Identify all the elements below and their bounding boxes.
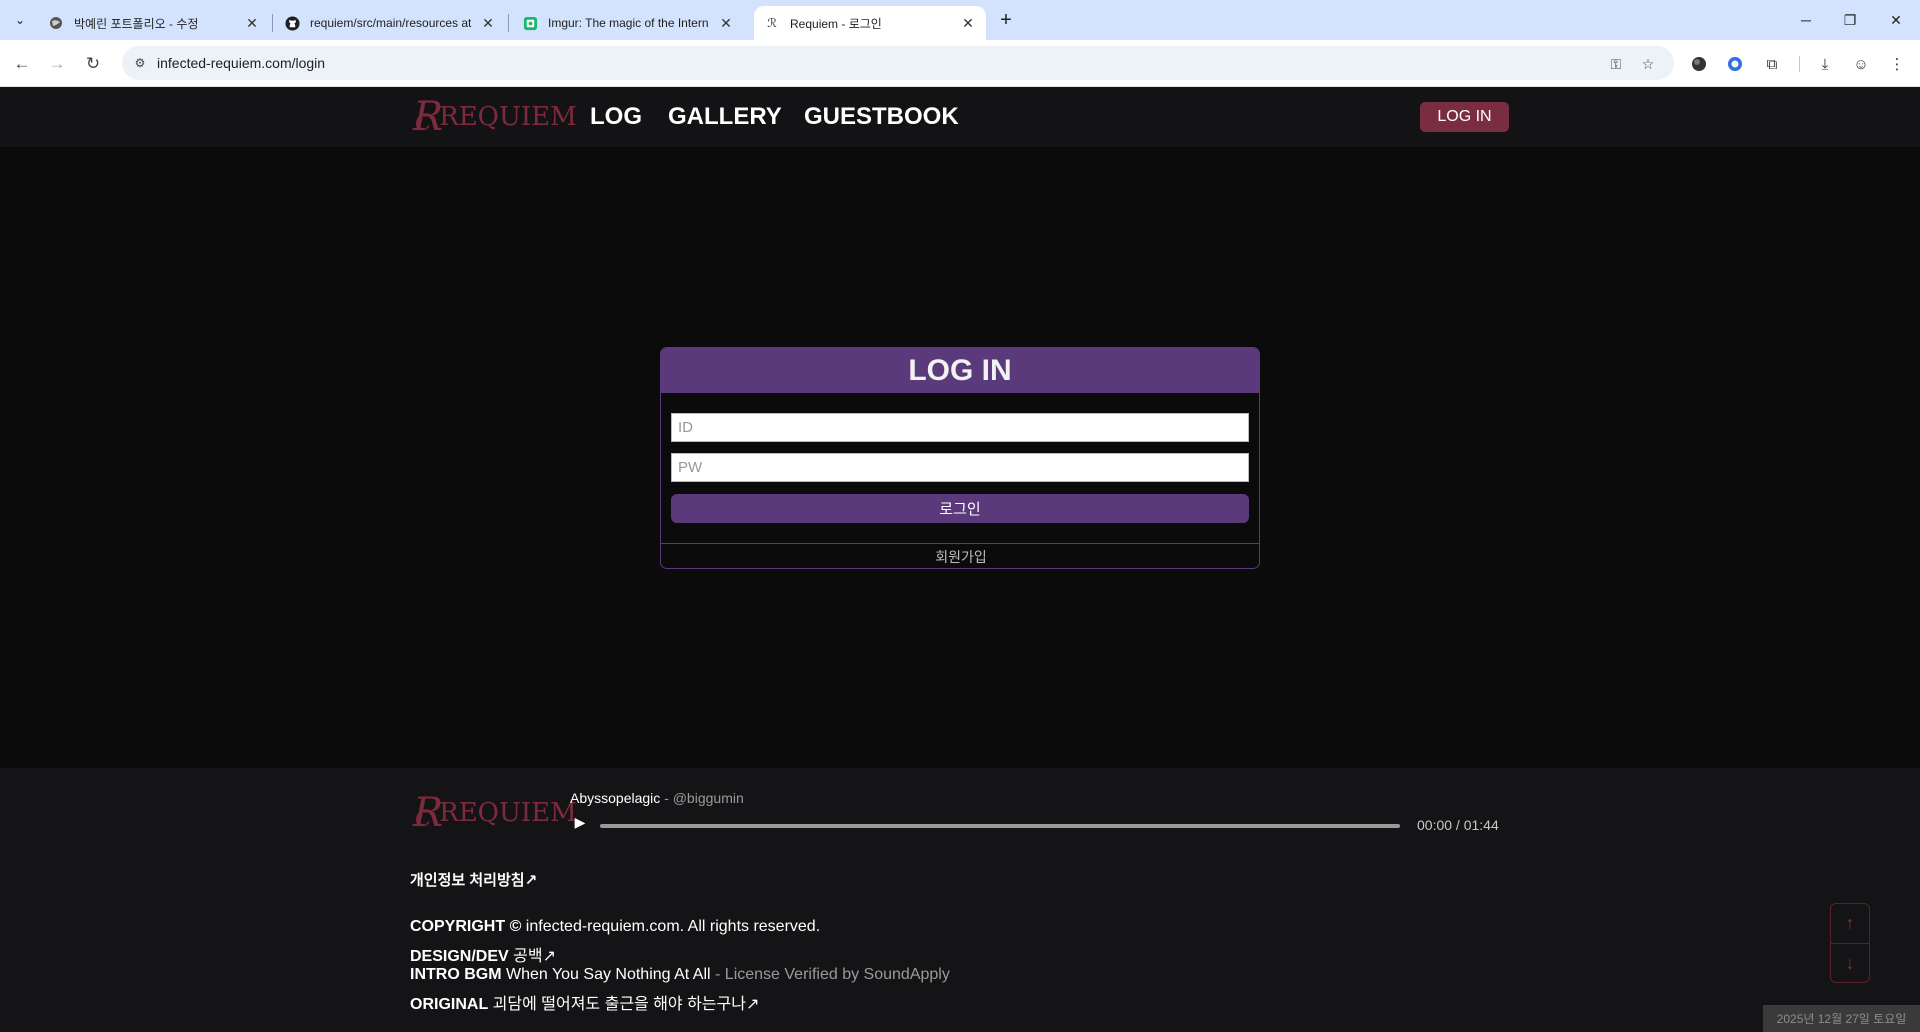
nav-guestbook[interactable]: GUESTBOOK (804, 103, 959, 131)
tab-imgur[interactable]: Imgur: The magic of the Intern ✕ (512, 6, 744, 40)
tab-title: Requiem - 로그인 (790, 16, 882, 31)
copyright-text: infected-requiem.com. All rights reserve… (521, 918, 821, 935)
tab-search-button[interactable]: ⌄ (8, 8, 32, 32)
forward-icon[interactable]: → (43, 50, 71, 78)
site-header: R REQUIEM LOG GALLERY GUESTBOOK LOG IN (0, 87, 1920, 147)
bookmark-star-icon[interactable]: ☆ (1638, 54, 1658, 74)
password-key-icon[interactable]: ⚿ (1606, 54, 1626, 74)
tab-divider (272, 14, 273, 32)
profile-avatar-icon[interactable]: ☺ (1849, 52, 1873, 76)
nav-gallery[interactable]: GALLERY (668, 103, 782, 131)
address-bar[interactable]: ⚙ infected-requiem.com/login ⚿ ☆ (122, 46, 1674, 80)
footer-logo: R REQUIEM (413, 793, 577, 833)
close-icon[interactable]: ✕ (480, 15, 496, 31)
id-input[interactable]: ID (671, 413, 1249, 442)
nav-log[interactable]: LOG (590, 103, 642, 131)
requiem-favicon: ℛ (767, 16, 777, 30)
tab-title: 박예린 포트폴리오 - 수정 (74, 16, 199, 31)
header-login-button[interactable]: LOG IN (1420, 102, 1509, 132)
tab-portfolio[interactable]: 박예린 포트폴리오 - 수정 ✕ (38, 6, 270, 40)
close-icon[interactable]: ✕ (960, 15, 976, 31)
browser-toolbar: ← → ↻ ⚙ infected-requiem.com/login ⚿ ☆ ⧉… (0, 40, 1920, 87)
music-player-title: Abyssopelagic - @biggumin (570, 790, 744, 806)
extensions-puzzle-icon[interactable]: ⧉ (1760, 52, 1784, 76)
bgm-label: INTRO BGM (410, 966, 502, 983)
design-label: DESIGN/DEV (410, 948, 509, 965)
site-info-icon[interactable]: ⚙ (132, 55, 148, 71)
reload-icon[interactable]: ↻ (79, 50, 107, 78)
bgm-line: INTRO BGM When You Say Nothing At All - … (410, 966, 950, 984)
signup-link[interactable]: 회원가입 (661, 543, 1259, 568)
login-panel: LOG IN ID PW 로그인 회원가입 (660, 347, 1260, 569)
globe-icon (48, 15, 64, 31)
imgur-icon (522, 15, 538, 31)
track-artist: - @biggumin (660, 790, 744, 806)
url-text[interactable]: infected-requiem.com/login (157, 55, 325, 71)
logo-mark: R (413, 793, 443, 833)
menu-kebab-icon[interactable]: ⋮ (1885, 52, 1909, 76)
bgm-title: When You Say Nothing At All (501, 966, 711, 983)
restore-icon[interactable]: ❐ (1836, 6, 1864, 34)
site-footer: R REQUIEM Abyssopelagic - @biggumin ▶ 00… (0, 768, 1920, 1032)
logo-mark: R (413, 97, 443, 137)
track-name: Abyssopelagic (570, 790, 661, 806)
original-line: ORIGINAL 괴담에 떨어져도 출근을 해야 하는구나↗ (410, 990, 759, 1014)
extension-blue-icon[interactable] (1723, 52, 1747, 76)
scroll-controls: ↑ ↓ (1830, 903, 1870, 983)
extension-dark-icon[interactable] (1687, 52, 1711, 76)
download-icon[interactable]: ⤓ (1813, 52, 1837, 76)
tab-requiem-login[interactable]: ℛ Requiem - 로그인 ✕ (754, 6, 986, 40)
scroll-up-icon[interactable]: ↑ (1831, 904, 1869, 943)
tab-divider (508, 14, 509, 32)
back-icon[interactable]: ← (8, 50, 36, 78)
tab-title: Imgur: The magic of the Intern (548, 16, 709, 30)
play-icon[interactable]: ▶ (572, 814, 588, 830)
toolbar-divider (1799, 56, 1800, 72)
logo-wordmark: REQUIEM (439, 102, 577, 132)
browser-tab-bar: ⌄ 박예린 포트폴리오 - 수정 ✕ requiem/src/main/reso… (0, 0, 1920, 40)
password-input[interactable]: PW (671, 453, 1249, 482)
minimize-icon[interactable]: ─ (1792, 6, 1820, 34)
site-logo[interactable]: R REQUIEM (413, 97, 577, 137)
privacy-policy-link[interactable]: 개인정보 처리방침↗ (410, 869, 537, 890)
copyright-line: COPYRIGHT © infected-requiem.com. All ri… (410, 918, 820, 936)
logo-wordmark: REQUIEM (439, 798, 577, 828)
audio-time: 00:00 / 01:44 (1417, 817, 1499, 833)
window-close-icon[interactable]: ✕ (1882, 6, 1910, 34)
login-submit-button[interactable]: 로그인 (671, 494, 1249, 523)
tab-title: requiem/src/main/resources at (310, 16, 472, 30)
close-icon[interactable]: ✕ (718, 15, 734, 31)
bgm-license: - License Verified by SoundApply (710, 966, 950, 983)
new-tab-button[interactable]: + (994, 8, 1018, 32)
copyright-label: COPYRIGHT © (410, 918, 522, 935)
design-link[interactable]: 공백↗ (509, 948, 556, 965)
tab-github[interactable]: requiem/src/main/resources at ✕ (274, 6, 506, 40)
scroll-down-icon[interactable]: ↓ (1831, 944, 1869, 983)
design-line: DESIGN/DEV 공백↗ (410, 942, 556, 966)
login-title: LOG IN (661, 348, 1259, 393)
original-link[interactable]: 괴담에 떨어져도 출근을 해야 하는구나↗ (488, 996, 760, 1013)
date-overlay: 2025년 12월 27일 토요일 (1763, 1005, 1920, 1032)
github-icon (284, 15, 300, 31)
close-icon[interactable]: ✕ (244, 15, 260, 31)
main-content: LOG IN ID PW 로그인 회원가입 (0, 147, 1920, 768)
original-label: ORIGINAL (410, 996, 489, 1013)
audio-progress-bar[interactable] (600, 824, 1400, 828)
